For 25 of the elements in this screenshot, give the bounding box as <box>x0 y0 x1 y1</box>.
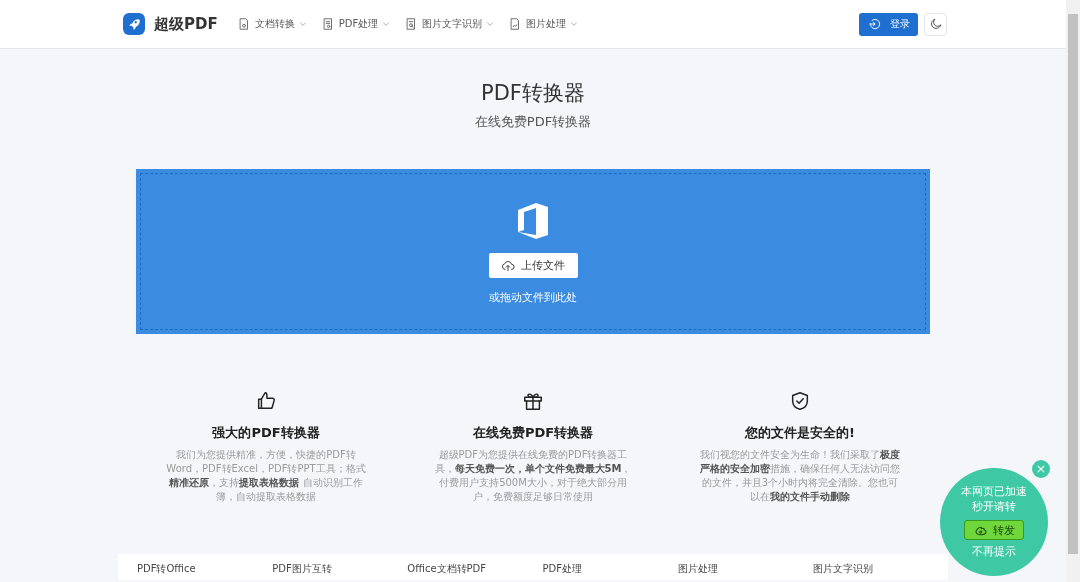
feature-title: 强大的PDF转换器 <box>212 424 320 442</box>
feature-title: 您的文件是安全的! <box>745 424 855 442</box>
category-tab[interactable]: 图片处理 <box>677 562 813 580</box>
share-button[interactable]: 转发 <box>964 520 1024 540</box>
popup-message: 秒开请转 <box>972 499 1016 514</box>
drop-hint: 或拖动文件到此处 <box>489 290 577 305</box>
page-subtitle: 在线免费PDF转换器 <box>474 113 592 131</box>
upload-button[interactable]: 上传文件 <box>488 253 578 278</box>
menu-item[interactable]: PDF处理 <box>320 17 391 31</box>
menu-item[interactable]: 文档转换 <box>236 17 307 31</box>
feature-title: 在线免费PDF转换器 <box>472 424 594 442</box>
menu-item[interactable]: 图片文字识别 <box>404 17 495 31</box>
feature-description: 超级PDF为您提供在线免费的PDF转换器工具，每天免费一次，单个文件免费最大5M，付费用户支持500M大小，对于绝大部分用户，免费额度足够日常使用 <box>433 448 633 504</box>
category-tab[interactable]: PDF处理 <box>542 562 678 580</box>
logo-text: 超级PDF <box>154 14 218 34</box>
upload-area[interactable]: 上传文件 或拖动文件到此处 <box>136 169 930 334</box>
category-tab[interactable]: Office文档转PDF <box>407 562 543 580</box>
category-tab[interactable]: PDF图片互转 <box>272 562 408 580</box>
category-tab[interactable]: PDF转Office <box>137 562 273 580</box>
feature-description: 我们视您的文件安全为生命！我们采取了极度严格的安全加密措施，确保任何人无法访问您的文件，并且3个小时内将完全清除。您也可以在我的文件手动删除 <box>699 448 901 504</box>
menu-item[interactable]: 图片处理 <box>508 17 579 31</box>
login-button[interactable]: 登录 <box>859 12 918 36</box>
feature-description: 我们为您提供精准，方便，快捷的PDF转Word，PDF转Excel，PDF转PPT工具；格式精准还原，支持提取表格数据 自动识别工作簿，自动提取表格数据 <box>165 448 367 504</box>
page-title: PDF转换器 <box>481 80 585 104</box>
popup-message: 本网页已加速 <box>961 484 1027 499</box>
